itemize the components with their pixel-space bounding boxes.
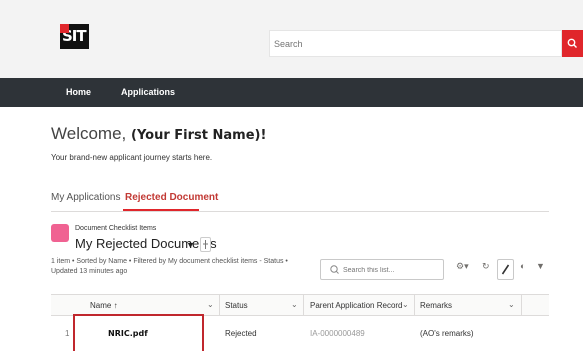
tab-rejected-document[interactable]: Rejected Document — [125, 192, 218, 203]
row-number: 1 — [65, 329, 70, 338]
tabs-divider — [51, 211, 549, 212]
list-search-input[interactable] — [343, 263, 439, 277]
highlight-box — [73, 314, 204, 351]
search-icon — [330, 265, 339, 274]
filter-icon[interactable]: ▼ — [536, 261, 545, 271]
welcome-heading: Welcome, (Your First Name)! — [51, 124, 266, 144]
welcome-name: (Your First Name)! — [131, 128, 267, 143]
row-parent-record-link[interactable]: IA-0000000489 — [310, 329, 365, 338]
list-meta-info: 1 item • Sorted by Name • Filtered by My… — [51, 258, 288, 275]
chevron-down-icon[interactable]: ⌄ — [207, 300, 214, 309]
column-divider — [219, 295, 220, 315]
gear-icon[interactable]: ⚙▾ — [456, 261, 469, 272]
column-divider — [303, 295, 304, 315]
list-view-title[interactable]: My Rejected Documents — [75, 236, 217, 251]
global-search-box[interactable] — [269, 30, 562, 57]
welcome-prefix: Welcome, — [51, 124, 131, 143]
edit-list-button[interactable] — [497, 259, 514, 280]
column-header-parent-record[interactable]: Parent Application Record — [310, 301, 403, 310]
list-object-icon — [51, 224, 69, 242]
tab-my-applications[interactable]: My Applications — [51, 192, 120, 203]
logo-accent — [60, 24, 69, 33]
list-view-chevron-icon[interactable]: ▼ — [186, 240, 195, 250]
row-status: Rejected — [225, 329, 257, 338]
main-navbar: Home Applications — [0, 78, 583, 107]
active-tab-indicator — [123, 209, 199, 211]
nav-home[interactable]: Home — [66, 87, 91, 97]
pin-icon — [203, 240, 208, 249]
global-search-input[interactable] — [270, 31, 561, 56]
sit-logo[interactable]: SIT — [60, 24, 89, 49]
refresh-icon[interactable]: ↻ — [482, 261, 490, 272]
column-header-status[interactable]: Status — [225, 301, 248, 310]
pin-list-button[interactable] — [200, 237, 211, 252]
chevron-down-icon[interactable]: ⌄ — [508, 300, 515, 309]
column-divider — [414, 295, 415, 315]
top-header: SIT — [0, 0, 583, 78]
column-name-label: Name — [90, 301, 112, 310]
chevron-down-icon[interactable]: ⌄ — [402, 300, 409, 309]
search-button[interactable] — [562, 30, 583, 57]
search-icon — [567, 38, 577, 48]
list-search-box[interactable] — [320, 259, 444, 280]
table-header: Name ↑ ⌄ Status ⌄ Parent Application Rec… — [51, 294, 549, 316]
column-divider — [521, 295, 522, 315]
chart-icon[interactable]: ◐ — [520, 261, 525, 271]
sort-up-icon: ↑ — [113, 301, 118, 310]
column-header-name[interactable]: Name ↑ — [90, 301, 118, 310]
welcome-subtitle: Your brand-new applicant journey starts … — [51, 153, 213, 162]
chevron-down-icon[interactable]: ⌄ — [291, 300, 298, 309]
row-remarks: (AO's remarks) — [420, 329, 474, 338]
nav-applications[interactable]: Applications — [121, 87, 175, 97]
object-label: Document Checklist Items — [75, 225, 157, 232]
edit-icon — [501, 264, 510, 275]
column-header-remarks[interactable]: Remarks — [420, 301, 452, 310]
